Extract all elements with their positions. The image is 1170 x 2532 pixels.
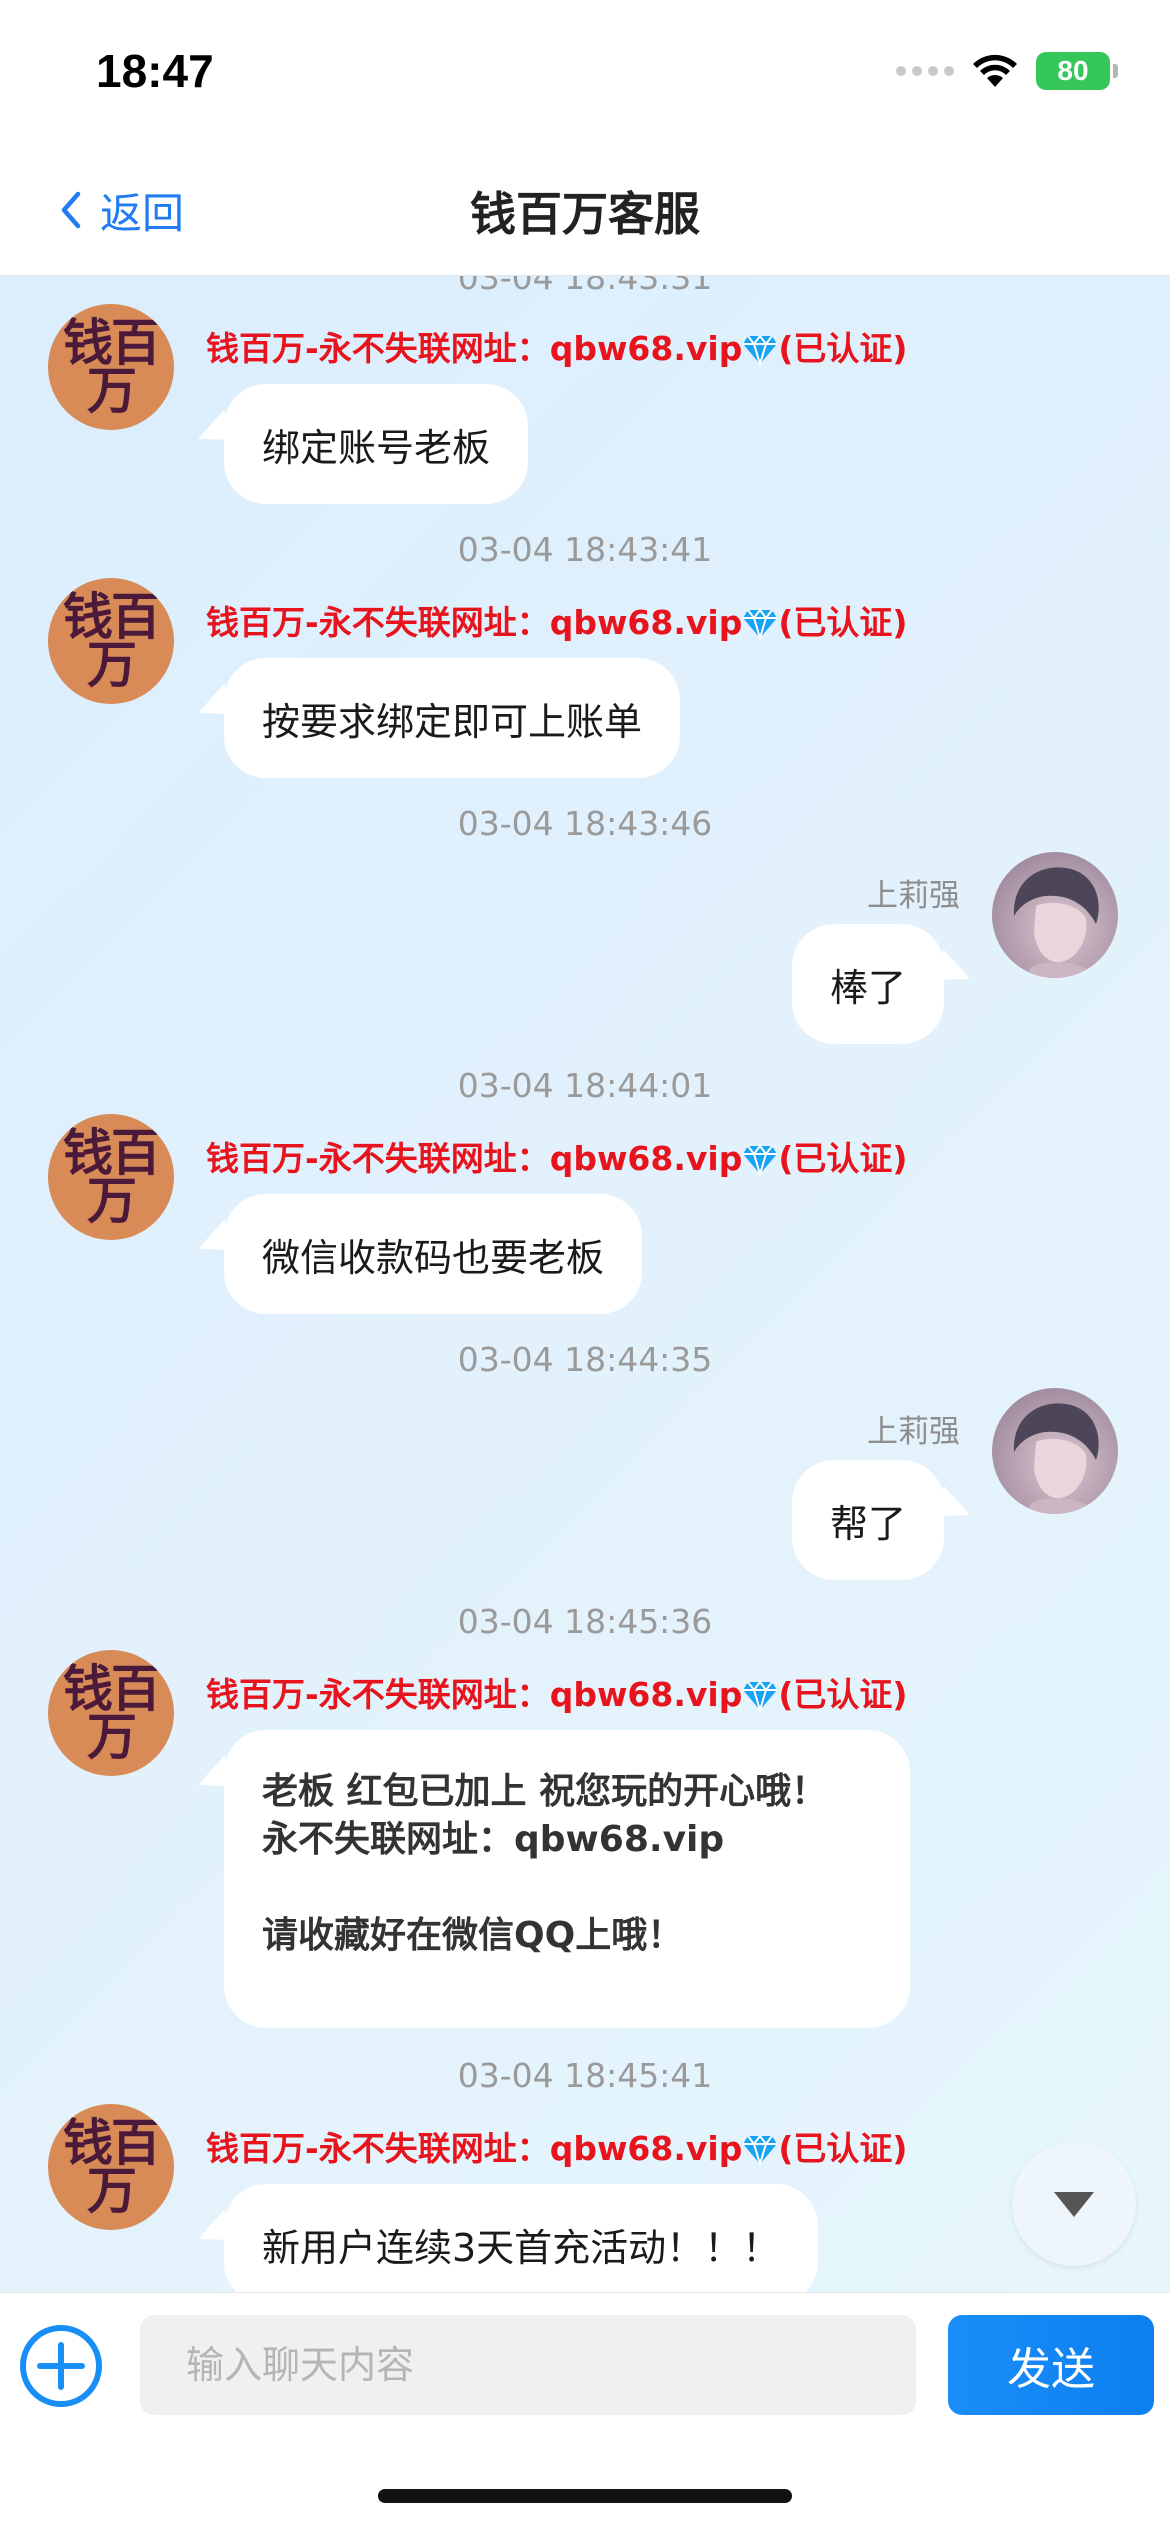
message-input[interactable]: [140, 2315, 916, 2415]
sender-name: 上莉强: [867, 878, 960, 914]
battery-level: 80: [1057, 55, 1089, 86]
timestamp: 03-04 18:44:35: [457, 1340, 713, 1379]
avatar-logo: 钱百万: [63, 2113, 161, 2220]
message-bubble[interactable]: 微信收款码也要老板: [224, 1194, 643, 1314]
nav-bar: 返回 钱百万客服: [0, 150, 1170, 276]
caret-down-icon: [1054, 2192, 1094, 2217]
message-bubble[interactable]: 按要求绑定即可上账单: [224, 658, 681, 778]
scroll-to-bottom-button[interactable]: [1012, 2142, 1136, 2266]
cellular-signal-icon: [896, 66, 954, 76]
service-avatar[interactable]: 钱百万: [48, 1650, 174, 1776]
add-circle-icon[interactable]: [18, 2323, 104, 2409]
diamond-icon: [743, 2134, 778, 2166]
timestamp: 03-04 18:45:41: [457, 2056, 713, 2095]
message-bubble[interactable]: 新用户连续3天首充活动！！！: [224, 2184, 819, 2292]
status-time: 18:47: [96, 45, 214, 97]
sender-name: 钱百万-永不失联网址：qbw68.vip (已认证): [206, 329, 908, 368]
service-avatar[interactable]: 钱百万: [48, 2104, 174, 2230]
message-bubble[interactable]: 帮了: [791, 1460, 944, 1580]
diamond-icon: [743, 1144, 778, 1176]
avatar-logo: 钱百万: [63, 313, 161, 420]
timestamp: 03-04 18:43:46: [457, 804, 713, 843]
message-text: 按要求绑定即可上账单: [262, 699, 643, 744]
status-bar: 18:47 80: [0, 0, 1170, 150]
message-text: 微信收款码也要老板: [262, 1235, 605, 1280]
input-bar: 发送: [0, 2292, 1170, 2532]
service-avatar[interactable]: 钱百万: [48, 1114, 174, 1240]
diamond-icon: [743, 334, 778, 366]
avatar-logo: 钱百万: [63, 1659, 161, 1766]
sender-name: 钱百万-永不失联网址：qbw68.vip (已认证): [206, 603, 908, 642]
wifi-icon: [973, 54, 1017, 87]
chat-message-list[interactable]: 03-04 18:43:31 钱百万 钱百万-永不失联网址：qbw68.vip(…: [0, 276, 1170, 2292]
message-line: 请收藏好在微信QQ上哦！: [262, 1915, 684, 1956]
message-bubble[interactable]: 棒了: [791, 924, 944, 1044]
message-text: 新用户连续3天首充活动！！！: [262, 2225, 781, 2270]
status-indicators: 80: [896, 52, 1118, 90]
diamond-icon: [743, 1680, 778, 1712]
timestamp: 03-04 18:43:31: [457, 276, 713, 297]
diamond-icon: [743, 608, 778, 640]
user-portrait-icon: [1013, 1403, 1099, 1514]
message-text: 帮了: [829, 1501, 906, 1546]
avatar-logo: 钱百万: [63, 1123, 161, 1230]
message-line: 老板 红包已加上 祝您玩的开心哦！: [262, 1771, 828, 1812]
sender-name: 钱百万-永不失联网址：qbw68.vip (已认证): [206, 1139, 908, 1178]
user-portrait-icon: [1013, 867, 1099, 978]
user-avatar[interactable]: [992, 1388, 1118, 1514]
send-button[interactable]: 发送: [948, 2315, 1154, 2415]
service-avatar[interactable]: 钱百万: [48, 578, 174, 704]
service-avatar[interactable]: 钱百万: [48, 304, 174, 430]
sender-name: 钱百万-永不失联网址：qbw68.vip (已认证): [206, 1675, 908, 1714]
battery-icon: 80: [1036, 52, 1118, 90]
message-bubble[interactable]: 老板 红包已加上 祝您玩的开心哦！ 永不失联网址：qbw68.vip 请收藏好在…: [224, 1730, 910, 2028]
timestamp: 03-04 18:45:36: [457, 1602, 713, 1641]
message-line: 永不失联网址：qbw68.vip: [262, 1819, 725, 1860]
avatar-logo: 钱百万: [63, 587, 161, 694]
sender-name: 上莉强: [867, 1414, 960, 1450]
page-title: 钱百万客服: [470, 187, 700, 241]
sender-name: 钱百万-永不失联网址：qbw68.vip (已认证): [206, 2129, 908, 2168]
message-bubble[interactable]: 绑定账号老板: [224, 384, 529, 504]
timestamp: 03-04 18:43:41: [457, 530, 713, 569]
home-indicator: [378, 2489, 792, 2503]
timestamp: 03-04 18:44:01: [457, 1066, 713, 1105]
user-avatar[interactable]: [992, 852, 1118, 978]
message-text: 绑定账号老板: [262, 425, 491, 470]
message-line: [262, 1864, 872, 1912]
message-text: 棒了: [829, 965, 906, 1010]
